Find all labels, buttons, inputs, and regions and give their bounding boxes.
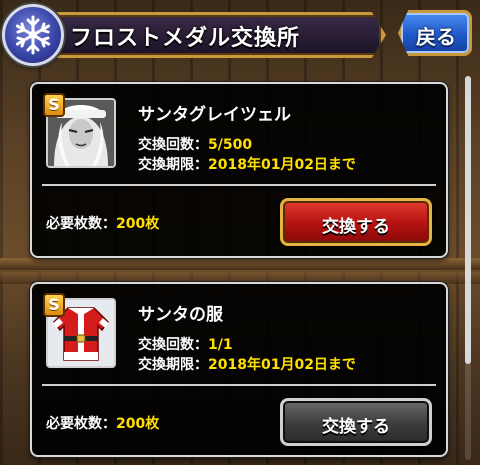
page-title: フロストメダル交換所 [70, 26, 301, 51]
rank-s-badge: S [43, 293, 65, 317]
scrollbar-thumb[interactable] [465, 76, 471, 364]
exchange-item-card: S サンタの服 交換回数：1/1 交換期限：2018年01月02日まで 必要枚数… [30, 282, 448, 457]
cost-row: 必要枚数：200枚 [46, 413, 159, 433]
divider [42, 184, 436, 186]
item-name: サンタグレイツェル [138, 105, 291, 125]
exchange-count-value: 1/1 [208, 337, 233, 353]
exchange-count-value: 5/500 [208, 137, 253, 153]
deadline-row: 交換期限：2018年01月02日まで [138, 154, 356, 174]
back-button-label[interactable]: 戻る [416, 21, 456, 50]
exchange-button-label[interactable]: 交換する [283, 212, 429, 237]
cost-label: 必要枚数： [46, 416, 116, 432]
divider [42, 384, 436, 386]
deadline-label: 交換期限： [138, 357, 208, 373]
cost-label: 必要枚数： [46, 216, 116, 232]
cost-value: 200枚 [116, 416, 160, 432]
deadline-value: 2018年01月02日まで [208, 157, 356, 173]
exchange-count-label: 交換回数： [138, 337, 208, 353]
snowflake-icon [2, 4, 64, 66]
deadline-row: 交換期限：2018年01月02日まで [138, 354, 356, 374]
exchange-item-card: S サンタグレイツェル 交換回数：5/500 交換期限：2018年01月02日ま… [30, 82, 448, 258]
exchange-button[interactable]: 交換する [280, 198, 432, 246]
exchange-button-label[interactable]: 交換する [283, 412, 429, 437]
item-name: サンタの服 [138, 305, 223, 325]
exchange-count-row: 交換回数：5/500 [138, 134, 252, 154]
exchange-count-label: 交換回数： [138, 137, 208, 153]
exchange-count-row: 交換回数：1/1 [138, 334, 233, 354]
rank-s-badge: S [43, 93, 65, 117]
header: フロストメダル交換所 [0, 0, 390, 66]
cost-value: 200枚 [116, 216, 160, 232]
cost-row: 必要枚数：200枚 [46, 213, 159, 233]
deadline-value: 2018年01月02日まで [208, 357, 356, 373]
deadline-label: 交換期限： [138, 157, 208, 173]
exchange-button-disabled[interactable]: 交換する [280, 398, 432, 446]
